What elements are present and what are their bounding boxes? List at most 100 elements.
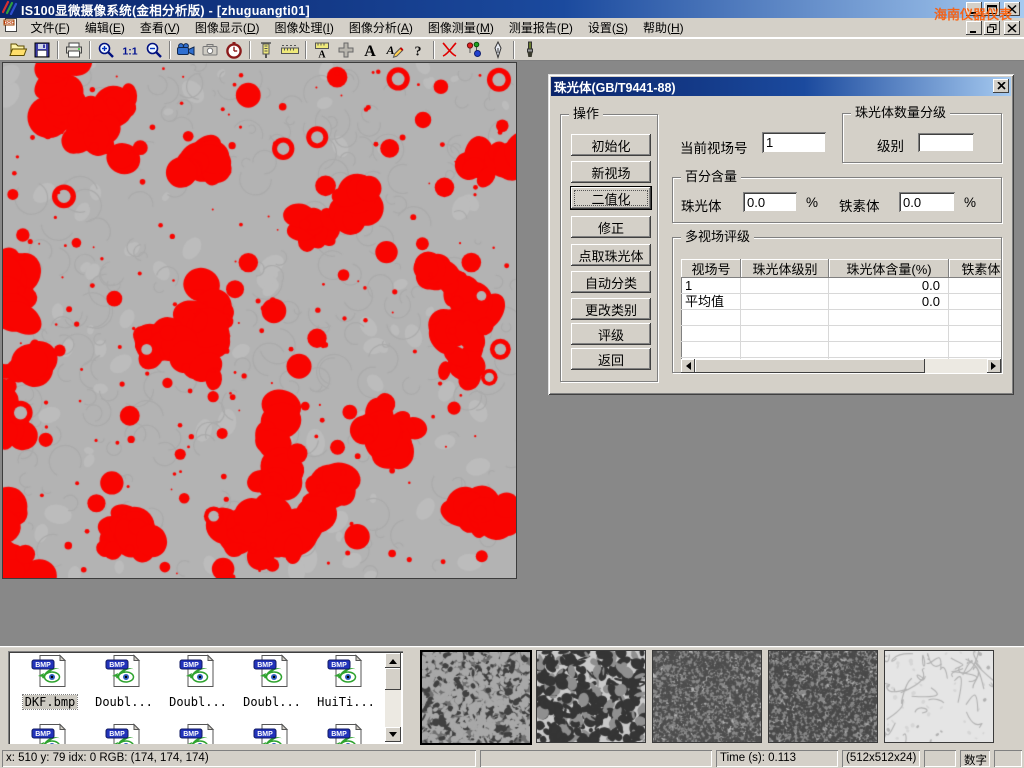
scroll-right-button[interactable]	[987, 359, 1001, 373]
text-button[interactable]: A	[359, 40, 381, 60]
pearlite-percent-input[interactable]: 0.0	[743, 192, 797, 212]
op-button-4[interactable]: 修正	[571, 216, 651, 238]
menu-image-analysis[interactable]: 图像分析(A)	[341, 17, 420, 38]
curves-button[interactable]	[439, 40, 461, 60]
timer-button[interactable]	[223, 40, 245, 60]
mdi-restore-button[interactable]	[984, 21, 1000, 35]
toolbar-separator	[89, 41, 91, 59]
save-button[interactable]	[31, 40, 53, 60]
table-header-3[interactable]: 珠光体含量(%)	[829, 259, 949, 278]
file-list-scrollbar[interactable]	[385, 653, 401, 742]
menu-image-process[interactable]: 图像处理(I)	[267, 17, 341, 38]
pins-button[interactable]	[463, 40, 485, 60]
mdi-close-button[interactable]	[1004, 21, 1020, 35]
menu-help[interactable]: 帮助(H)	[635, 17, 691, 38]
micrograph-image[interactable]	[2, 62, 517, 579]
table-cell	[741, 294, 829, 310]
file-item[interactable]: BMPDoubl...	[162, 654, 234, 711]
table-cell	[681, 310, 741, 326]
thumbnail-image[interactable]	[884, 650, 994, 743]
menu-file[interactable]: 文件(F)	[23, 17, 77, 38]
thumbnail-image[interactable]	[536, 650, 646, 743]
table-cell	[741, 326, 829, 342]
menu-measure-report[interactable]: 测量报告(P)	[501, 17, 580, 38]
table-row[interactable]	[681, 326, 1001, 342]
annotate-button[interactable]: A	[383, 40, 405, 60]
file-name: Doubl...	[241, 695, 303, 709]
status-empty-1	[480, 750, 712, 767]
grid-button[interactable]	[335, 40, 357, 60]
table-cell: 平均值	[681, 294, 741, 310]
svg-text:BMP: BMP	[331, 662, 347, 669]
file-item[interactable]: BMPDoubl...	[236, 654, 308, 711]
ferrite-label: 铁素体	[839, 195, 880, 215]
scroll-thumb[interactable]	[695, 359, 925, 373]
menu-settings[interactable]: 设置(S)	[580, 17, 635, 38]
op-button-5[interactable]: 点取珠光体	[571, 244, 651, 266]
file-list[interactable]: BMPDKF.bmpBMPDoubl...BMPDoubl...BMPDoubl…	[8, 651, 403, 744]
document-icon[interactable]: DOC	[3, 17, 19, 38]
op-button-3[interactable]: 二值化	[571, 187, 651, 209]
op-button-6[interactable]: 自动分类	[571, 271, 651, 293]
mdi-minimize-button[interactable]	[966, 21, 982, 35]
file-item[interactable]: BMPHuiTi...	[310, 654, 382, 711]
file-item[interactable]: BMPDKF.bmp	[14, 654, 86, 711]
file-item[interactable]: BMP	[14, 723, 86, 744]
brush-button[interactable]	[519, 40, 541, 60]
op-button-2[interactable]: 新视场	[571, 161, 651, 183]
svg-text:BMP: BMP	[35, 731, 51, 738]
application-window: IS100显微摄像系统(金相分析版) - [zhuguangti01] 海南仪器…	[0, 0, 1024, 768]
table-horizontal-scrollbar[interactable]	[681, 359, 1001, 373]
svg-text:BMP: BMP	[331, 731, 347, 738]
table-row[interactable]	[681, 310, 1001, 326]
scroll-thumb[interactable]	[385, 668, 401, 690]
scroll-down-button[interactable]	[385, 727, 401, 742]
camera-button[interactable]	[199, 40, 221, 60]
scroll-up-button[interactable]	[385, 653, 401, 668]
file-item[interactable]: BMP	[162, 723, 234, 744]
file-item[interactable]: BMP	[236, 723, 308, 744]
help-button[interactable]: ?	[407, 40, 429, 60]
table-header-2[interactable]: 珠光体级别	[741, 259, 829, 278]
open-button[interactable]	[7, 40, 29, 60]
multi-field-table[interactable]: 视场号珠光体级别珠光体含量(%)铁素体含量(%)10.0平均值0.0	[681, 259, 1001, 373]
menu-edit[interactable]: 编辑(E)	[77, 17, 132, 38]
ruler-button[interactable]	[279, 40, 301, 60]
table-header-4[interactable]: 铁素体含量(%)	[949, 259, 1001, 278]
zoom-out-button[interactable]	[143, 40, 165, 60]
table-row[interactable]: 10.0	[681, 278, 1001, 294]
print-button[interactable]	[63, 40, 85, 60]
dialog-close-button[interactable]	[993, 79, 1009, 93]
op-button-9[interactable]: 返回	[571, 348, 651, 370]
actual-size-button[interactable]: 1:1	[119, 40, 141, 60]
zoom-in-button[interactable]	[95, 40, 117, 60]
table-cell	[681, 326, 741, 342]
thumbnail-image[interactable]	[652, 650, 762, 743]
thumbnail-image[interactable]	[420, 650, 532, 745]
measure-text-button[interactable]: A	[311, 40, 333, 60]
file-item[interactable]: BMP	[310, 723, 382, 744]
grade-input[interactable]	[918, 133, 974, 152]
operations-group-label: 操作	[569, 107, 603, 121]
ferrite-percent-input[interactable]: 0.0	[899, 192, 955, 212]
title-bar[interactable]: IS100显微摄像系统(金相分析版) - [zhuguangti01]	[0, 0, 1024, 18]
file-item[interactable]: BMP	[88, 723, 160, 744]
current-field-input[interactable]: 1	[762, 132, 826, 153]
op-button-8[interactable]: 评级	[571, 323, 651, 345]
table-row[interactable]	[681, 342, 1001, 358]
menu-view[interactable]: 查看(V)	[132, 17, 187, 38]
video-button[interactable]	[175, 40, 197, 60]
menu-image-display[interactable]: 图像显示(D)	[187, 17, 267, 38]
menu-image-measure[interactable]: 图像测量(M)	[420, 17, 501, 38]
scroll-left-button[interactable]	[681, 359, 695, 373]
table-row[interactable]: 平均值0.0	[681, 294, 1001, 310]
caliper-button[interactable]	[255, 40, 277, 60]
file-item[interactable]: BMPDoubl...	[88, 654, 160, 711]
op-button-1[interactable]: 初始化	[571, 134, 651, 156]
op-button-7[interactable]: 更改类别	[571, 298, 651, 320]
pen-button[interactable]	[487, 40, 509, 60]
dialog-title-bar[interactable]: 珠光体(GB/T9441-88)	[551, 77, 1011, 96]
thumbnail-image[interactable]	[768, 650, 878, 743]
table-header-1[interactable]: 视场号	[681, 259, 741, 278]
svg-text:BMP: BMP	[257, 731, 273, 738]
